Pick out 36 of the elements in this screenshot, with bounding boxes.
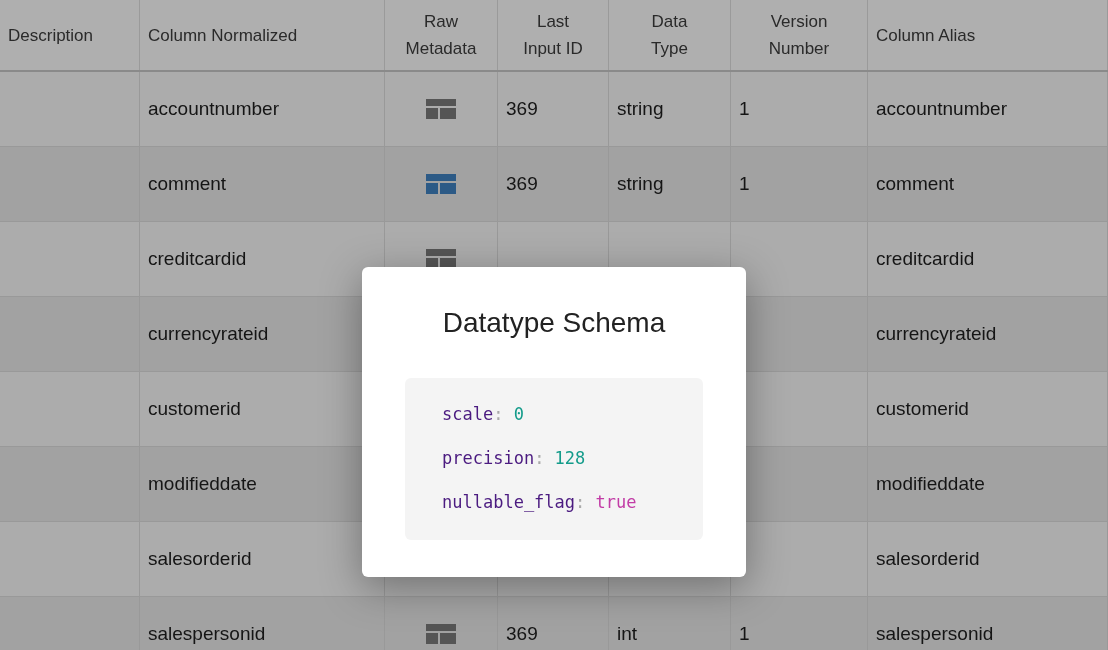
column-header: Column Normalized [140,0,385,70]
table-cell: accountnumber [148,98,279,120]
table-cell: string [617,98,664,120]
column-header: Data Type [609,0,731,70]
table-cell: 369 [506,623,538,645]
table-cell: currencyrateid [876,323,997,345]
table-cell: int [617,623,638,645]
table-cell: salesorderid [148,548,252,570]
column-header: Column Alias [868,0,1108,70]
table-cell: comment [876,173,955,195]
table-cell: salespersonid [148,623,266,645]
table-cell: customerid [876,398,969,420]
code-line: precision: 128 [442,447,587,470]
column-header: Raw Metadata [385,0,498,70]
table-cell: modifieddate [148,473,257,495]
table-cell: 369 [506,173,538,195]
column-header: Description [0,0,140,70]
table-cell: creditcardid [876,248,975,270]
code-line: nullable_flag: true [442,491,638,514]
table-cell: 369 [506,98,538,120]
table-cell: string [617,173,664,195]
column-header: Version Number [731,0,868,70]
table-cell: salesorderid [876,548,980,570]
table-cell: creditcardid [148,248,247,270]
table-cell: 1 [739,98,750,120]
column-header: Last Input ID [498,0,609,70]
table-cell: currencyrateid [148,323,269,345]
dialog-title: Datatype Schema [442,306,666,340]
table-cell: 1 [739,173,750,195]
table-cell: customerid [148,398,241,420]
code-line: scale: 0 [442,403,525,426]
table-cell: 1 [739,623,750,645]
table-cell: salespersonid [876,623,994,645]
table-cell: comment [148,173,227,195]
table-cell: modifieddate [876,473,985,495]
table-cell: accountnumber [876,98,1007,120]
